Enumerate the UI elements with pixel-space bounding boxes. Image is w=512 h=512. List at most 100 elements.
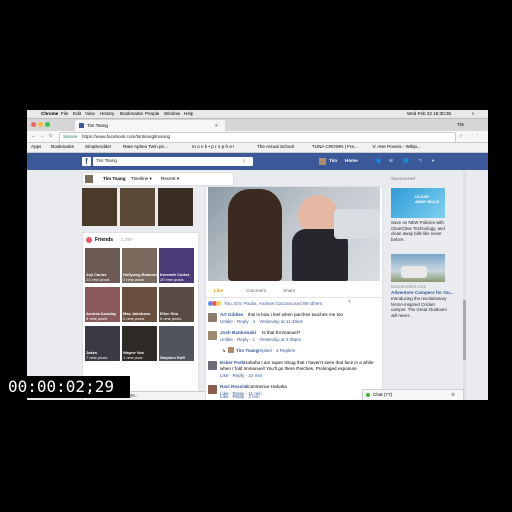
friend-name: Stephen Ruff [160,355,185,360]
comment-meta[interactable]: Like · Reply · 2 min [220,394,260,400]
friend-tile[interactable]: Kenneth Cortez 20 new posts [159,248,194,283]
photo-thumb[interactable] [120,188,155,226]
friend-name: Hollyweg Bolanos 3 new posts [123,272,158,282]
reply-author[interactable]: Tim Tsang [236,348,259,354]
ad-image[interactable] [391,254,445,282]
reload-icon[interactable]: ↻ [49,133,53,139]
menu-people[interactable]: People [145,111,159,117]
bookmark-monk[interactable]: m o n k • p r o p h e t [192,144,234,150]
camper-shape [401,266,427,278]
tab-name[interactable]: Tim Tsang [103,176,126,182]
facebook-logo-icon[interactable]: f [82,157,91,166]
messages-icon[interactable]: ✉ [389,158,393,164]
friend-tile[interactable]: Joji Carlos 10 new posts [85,248,120,283]
menu-history[interactable]: History [100,111,114,117]
close-window-button[interactable] [31,122,36,127]
menu-window[interactable]: Window [164,111,180,117]
fb-search-input[interactable]: Tim Tsang ⌕ [93,157,253,166]
menu-help[interactable]: Help [184,111,193,117]
tab-facebook[interactable]: Tim Tsang × [75,120,225,131]
menu-bookmarks[interactable]: Bookmarks [120,111,143,117]
post-photo[interactable] [208,187,380,281]
comment-author[interactable]: Josh Bankowski [220,330,256,336]
quick-help-icon[interactable]: ? [419,158,422,164]
reactions-row[interactable]: You, Eric Poulin, Andrew Gazzara and 88 … [208,300,380,308]
friend-tile[interactable]: Stephen Ruff [159,326,194,361]
comment-author[interactable]: Ravi Rossini [220,384,248,390]
zoom-window-button[interactable] [45,122,50,127]
friend-tile[interactable]: Andrea Azoulay 4 new posts [85,287,120,322]
reply-summary[interactable]: ↳ Tim Tsang replied · 3 Replies [206,347,386,357]
bookmark-star-icon[interactable]: ☆ [459,133,463,139]
commenter-avatar[interactable] [208,313,217,322]
commenter-avatar[interactable] [208,361,217,370]
ad-text[interactable]: Save on NEW Policies with ClearClear Tec… [391,220,447,244]
bookmark-arte-povera[interactable]: 'o' Arte Povera - Wikip... [372,144,421,150]
bookmark-simpleadder[interactable]: SimpleAdder [85,144,111,150]
bookmark-apps[interactable]: Apps [31,144,41,150]
chat-settings-icon[interactable]: ⚙ [451,392,455,398]
chrome-menu-icon[interactable]: ⋮ [475,133,480,139]
comment: Josh Bankowski Is that Emmanuel? Unlike … [206,329,386,347]
browser-user-badge[interactable]: Tim [457,122,464,128]
tab-title: Tim Tsang [87,123,108,128]
friend-name: Kenneth Cortez 20 new posts [160,272,190,282]
friend-tile[interactable]: Jakes 7 new posts [85,326,120,361]
post-action-bar: Like Comment Share [206,287,382,298]
friend-tile[interactable]: Max Jakobsen 2 new posts [122,287,157,322]
comment-meta[interactable]: Unlike · Reply · 4 · Yesterday at 11:49a… [220,319,303,325]
forward-icon[interactable]: → [40,133,45,139]
photo-thumb[interactable] [158,188,193,226]
account-menu-icon[interactable]: ▾ [432,158,434,164]
tab-timeline[interactable]: Timeline ▾ [131,176,152,182]
ad-text[interactable]: Introducing the revolutionary NASA-inspi… [391,296,447,324]
menu-view[interactable]: View [85,111,95,117]
friend-tile[interactable]: Ellen Shu 6 new posts [159,287,194,322]
back-icon[interactable]: ← [31,133,36,139]
bookmark-tuna-crown[interactable]: TUNA CROWN | Fre... [312,144,358,150]
url-field[interactable]: Secure https://www.facebook.com/timtsang… [59,132,456,143]
menu-edit[interactable]: Edit [73,111,81,117]
scrollbar-thumb[interactable] [463,300,466,360]
spotlight-icon[interactable]: ⌕ [472,111,475,117]
comment-text: Is that Emmanuel? [262,330,301,335]
comment-meta[interactable]: Like · Reply · 22 min [220,373,262,379]
chat-label: Chat (77) [373,392,393,397]
menu-file[interactable]: File [61,111,68,117]
post-card: Like Comment Share You, Eric Poulin, And… [205,186,383,400]
reply-count[interactable]: replied · 3 Replies [258,348,295,354]
haha-reaction-icon [216,301,221,306]
commenter-avatar[interactable] [208,331,217,340]
friend-requests-icon[interactable]: 👥 [375,158,381,164]
page-scrollbar[interactable] [463,170,466,400]
nav-home[interactable]: Home [345,158,358,164]
like-button[interactable]: Like [214,288,223,294]
reactions-text[interactable]: You, Eric Poulin, Andrew Gazzara and 88 … [224,301,322,307]
friend-name: Ellen Shu 6 new posts [160,311,182,321]
photo-thumb[interactable] [82,188,117,226]
share-button[interactable]: Share [283,288,295,294]
comment: Art Gibbes this is how i feel when parch… [206,311,386,329]
nav-profile-name[interactable]: Tim [329,158,337,164]
bookmark-actual-school[interactable]: The Actual School [257,144,294,150]
comment-meta[interactable]: Unlike · Reply · 1 · Yesterday at 2:39pm [220,337,301,343]
friend-tile[interactable]: Hollyweg Bolanos 3 new posts [122,248,157,283]
profile-avatar[interactable] [319,158,326,165]
comment-button[interactable]: Comment [246,288,266,294]
mini-avatar [85,175,93,183]
notifications-icon[interactable]: 🌐 [403,158,409,164]
friends-title[interactable]: Friends [95,237,113,243]
tab-close-icon[interactable]: × [215,123,218,129]
chat-bar[interactable]: Chat (77) ⚙ [362,389,464,400]
ad-image[interactable]: CLEAR AWAY BILLS [391,188,445,218]
comment-author[interactable]: Art Gibbes [220,312,243,318]
bookmark-aphex[interactable]: Rare Aphex Twin pe... [123,144,168,150]
search-icon[interactable]: ⌕ [243,158,246,164]
mac-menubar: Chrome File Edit View History Bookmarks … [27,110,488,119]
minimize-window-button[interactable] [38,122,43,127]
facebook-top-bar: f Tim Tsang ⌕ Tim Home 👥 ✉ 🌐 ? ▾ [27,153,488,170]
app-menu[interactable]: Chrome [41,111,58,117]
bookmark-bookmarks[interactable]: Bookmarks [51,144,74,150]
tab-recent[interactable]: Recent ▾ [161,176,179,182]
friend-tile[interactable]: Wayne Vos 1 new post [122,326,157,361]
